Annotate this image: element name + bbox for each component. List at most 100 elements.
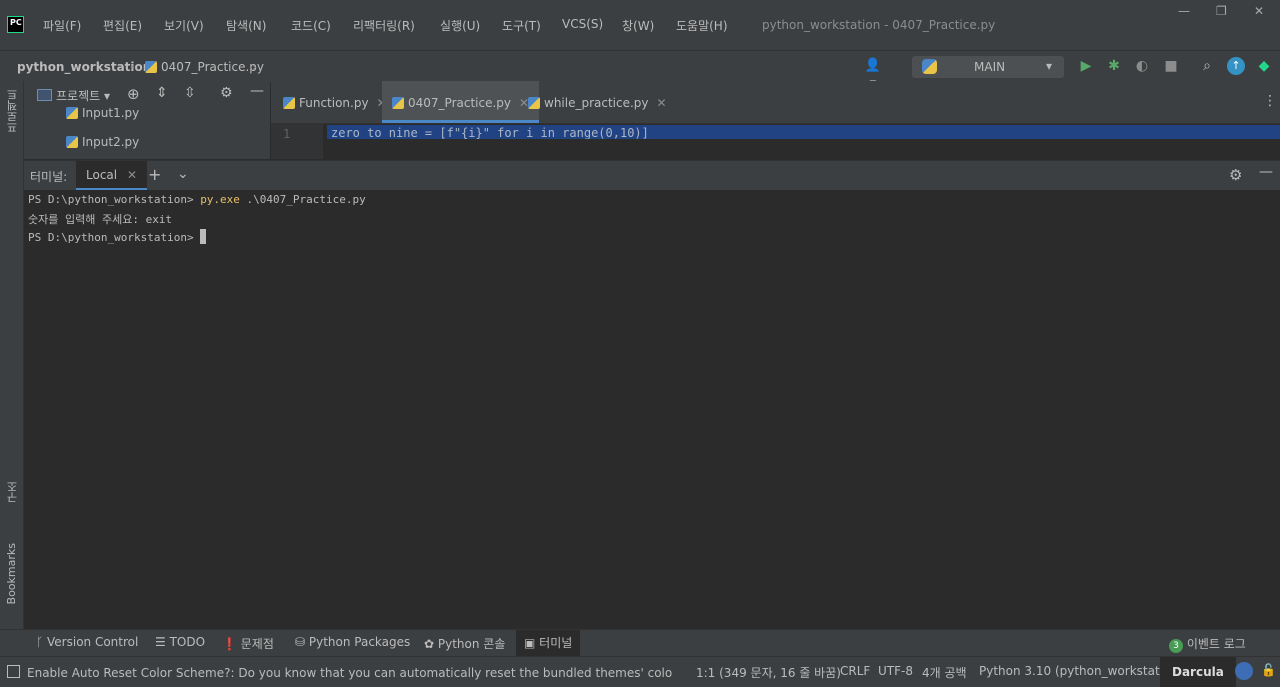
python-icon [922,59,941,75]
event-log-tab[interactable]: 3 이벤트 로그 [1169,635,1246,653]
close-tab-icon[interactable]: ✕ [657,96,667,110]
event-log-label: 이벤트 로그 [1186,637,1246,651]
bottom-tool-bar: ᚴ Version Control ☰ TODO ❗ 문제점 ⛁ Python … [0,629,1280,656]
run-configuration-select[interactable]: MAIN ▾ [912,56,1064,78]
terminal-tool-tab[interactable]: ▣ 터미널 [516,630,581,656]
branch-icon: ᚴ [36,635,48,649]
terminal-output[interactable]: PS D:\python_workstation> py.exe .\0407_… [24,190,1280,629]
menu-refactor[interactable]: 리팩터링(R) [353,17,415,34]
update-icon[interactable]: ↑ [1227,57,1245,75]
coverage-icon[interactable]: ◐ [1133,57,1151,75]
event-count-badge: 3 [1169,639,1183,653]
problems-tab[interactable]: ❗ 문제점 [222,635,274,652]
breadcrumb-file-label: 0407_Practice.py [161,60,265,74]
breadcrumb-file[interactable]: 0407_Practice.py [145,60,264,74]
python-file-icon [528,97,540,109]
menu-view[interactable]: 보기(V) [164,17,204,34]
stop-icon[interactable]: ■ [1162,57,1180,75]
add-icon[interactable]: + [148,165,161,184]
expand-all-icon[interactable]: ⇕ [156,85,168,101]
gear-icon[interactable]: ⚙ [1229,166,1242,184]
run-icon[interactable]: ▶ [1077,57,1095,75]
menu-file[interactable]: 파일(F) [43,17,81,34]
project-view-select[interactable]: 프로젝트 ▾ [56,87,110,104]
menu-code[interactable]: 코드(C) [291,17,331,34]
menu-edit[interactable]: 편집(E) [103,17,142,34]
status-bar: Enable Auto Reset Color Scheme?: Do you … [0,656,1280,687]
editor-gutter: 1 [271,124,323,159]
tab-label: Function.py [299,96,369,110]
menu-run[interactable]: 실행(U) [440,17,480,34]
tab-0407-practice-py[interactable]: 0407_Practice.py ✕ [382,81,540,123]
avatar[interactable] [1235,662,1253,680]
panel-toggle-icon[interactable] [7,665,20,678]
indent-setting[interactable]: 4개 공백 [922,664,967,681]
run-configuration-label: MAIN [974,60,1006,74]
chevron-down-icon: ▾ [1046,59,1053,73]
tab-label: while_practice.py [544,96,649,110]
locate-icon[interactable]: ⊕ [127,85,140,103]
search-icon[interactable]: ⌕ [1198,57,1216,75]
theme-switcher[interactable]: Darcula [1160,657,1236,687]
bookmarks-tool-tab[interactable]: Bookmarks [5,543,18,604]
python-file-icon [145,61,157,73]
python-console-tab[interactable]: ✿ Python 콘솔 [424,635,505,652]
code-editor[interactable]: 1 zero_to_nine = [f"{i}" for i in range(… [271,124,1280,159]
python-file-icon [283,97,295,109]
version-control-tab[interactable]: ᚴ Version Control [36,635,138,649]
chevron-down-icon[interactable]: ⌄ [177,166,189,182]
project-panel-header: 프로젝트 ▾ ⊕ ⇕ ⇳ ⚙ — [24,81,270,109]
problems-icon: ❗ [222,637,241,651]
menu-navigate[interactable]: 탐색(N) [226,17,266,34]
restore-icon[interactable]: ❐ [1216,4,1227,18]
project-file-item[interactable]: Input2.py [66,135,139,149]
jetbrains-icon[interactable]: ◆ [1255,57,1273,75]
file-encoding[interactable]: UTF-8 [878,664,913,678]
close-tab-icon[interactable]: ✕ [127,168,137,182]
user-icon[interactable]: 👤▾ [864,57,882,91]
project-tool-tab[interactable]: 프로젝트 [5,89,21,133]
tab-while-practice-py[interactable]: while_practice.py ✕ [518,81,677,123]
menu-tools[interactable]: 도구(T) [502,17,541,34]
python-interpreter[interactable]: Python 3.10 (python_workstation) [979,664,1183,678]
terminal-title: 터미널: [30,170,68,184]
todo-label: TODO [169,635,206,649]
menu-help[interactable]: 도움말(H) [676,17,728,34]
project-panel-title: 프로젝트 [56,89,101,103]
list-icon: ☰ [155,635,170,649]
hide-panel-icon[interactable]: — [250,83,264,99]
todo-tab[interactable]: ☰ TODO [155,635,205,649]
status-message[interactable]: Enable Auto Reset Color Scheme?: Do you … [27,664,672,681]
navigation-bar: python_workstation › 0407_Practice.py › … [0,50,1280,91]
project-file-label: Input1.py [82,106,140,120]
structure-tool-tab[interactable]: 구조 [5,481,21,503]
terminal-prompt: PS D:\python_workstation> [28,231,201,244]
collapse-all-icon[interactable]: ⇳ [184,85,196,101]
line-separator[interactable]: CRLF [840,664,870,678]
minimize-icon[interactable]: — [1178,4,1190,18]
chevron-right-icon: › [252,60,257,74]
debug-icon[interactable]: ✱ [1105,57,1123,75]
cursor-position[interactable]: 1:1 (349 문자, 16 줄 바꿈) [696,664,841,681]
close-icon[interactable]: ✕ [1254,4,1264,18]
more-tabs-icon[interactable]: ⋮ [1263,93,1277,109]
tab-function-py[interactable]: Function.py✕ [273,81,397,123]
python-packages-tab[interactable]: ⛁ Python Packages [295,635,410,649]
hide-panel-icon[interactable]: — [1259,164,1273,180]
terminal-header: 터미널: Local ✕ + ⌄ ⚙ — [24,160,1280,190]
project-file-item[interactable]: Input1.py [66,106,139,120]
lock-icon[interactable]: 🔓 [1261,663,1276,677]
code-line[interactable]: zero_to_nine = [f"{i}" for i in range(0,… [327,125,1280,139]
gear-icon[interactable]: ⚙ [220,85,233,101]
terminal-tab-local[interactable]: Local ✕ [76,161,147,190]
problems-label: 문제점 [240,637,274,651]
python-file-icon [66,136,78,148]
python-console-label: Python 콘솔 [437,637,506,651]
terminal-icon: ▣ [524,636,540,650]
menu-bar: PC 파일(F) 편집(E) 보기(V) 탐색(N) 코드(C) 리팩터링(R)… [0,0,1280,50]
menu-window[interactable]: 창(W) [622,17,654,34]
menu-vcs[interactable]: VCS(S) [562,17,603,31]
terminal-tool-label: 터미널 [539,636,573,650]
terminal-command: py.exe [200,193,240,206]
python-file-icon [66,107,78,119]
